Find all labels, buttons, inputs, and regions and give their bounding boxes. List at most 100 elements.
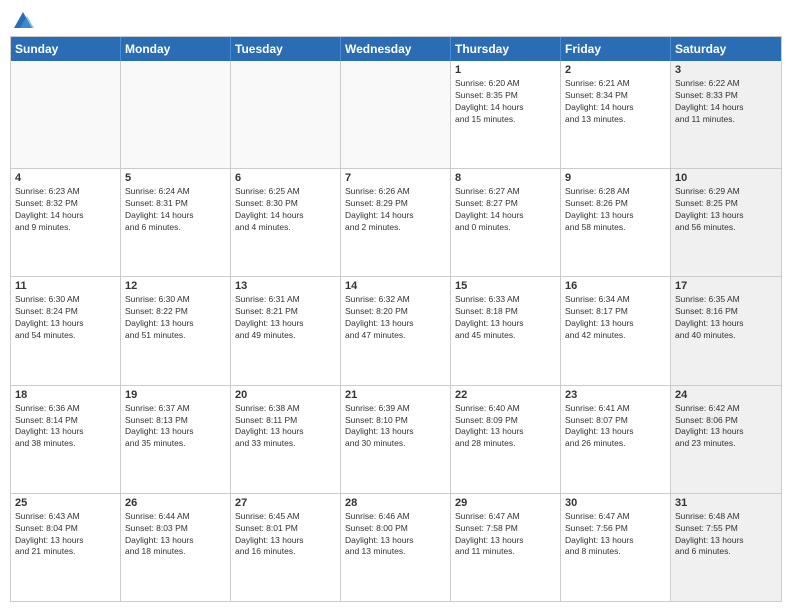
- day-number: 15: [455, 280, 556, 292]
- day-info: Sunrise: 6:24 AM Sunset: 8:31 PM Dayligh…: [125, 186, 226, 234]
- day-number: 30: [565, 497, 666, 509]
- day-number: 6: [235, 172, 336, 184]
- day-info: Sunrise: 6:28 AM Sunset: 8:26 PM Dayligh…: [565, 186, 666, 234]
- day-cell-1: 1 Sunrise: 6:20 AM Sunset: 8:35 PM Daylig…: [451, 61, 561, 168]
- day-cell-31: 31 Sunrise: 6:48 AM Sunset: 7:55 PM Dayli…: [671, 494, 781, 601]
- header-day-monday: Monday: [121, 37, 231, 61]
- empty-cell: [11, 61, 121, 168]
- header-day-tuesday: Tuesday: [231, 37, 341, 61]
- day-cell-6: 6 Sunrise: 6:25 AM Sunset: 8:30 PM Daylig…: [231, 169, 341, 276]
- day-number: 29: [455, 497, 556, 509]
- day-cell-27: 27 Sunrise: 6:45 AM Sunset: 8:01 PM Dayli…: [231, 494, 341, 601]
- day-number: 22: [455, 389, 556, 401]
- day-number: 9: [565, 172, 666, 184]
- day-cell-11: 11 Sunrise: 6:30 AM Sunset: 8:24 PM Dayli…: [11, 277, 121, 384]
- day-cell-21: 21Sunrise: 6:39 AM Sunset: 8:10 PM Dayli…: [341, 386, 451, 493]
- day-number: 20: [235, 389, 336, 401]
- day-cell-2: 2 Sunrise: 6:21 AM Sunset: 8:34 PM Daylig…: [561, 61, 671, 168]
- day-info: Sunrise: 6:27 AM Sunset: 8:27 PM Dayligh…: [455, 186, 556, 234]
- day-number: 16: [565, 280, 666, 292]
- day-info: Sunrise: 6:38 AM Sunset: 8:11 PM Dayligh…: [235, 403, 336, 451]
- day-info: Sunrise: 6:48 AM Sunset: 7:55 PM Dayligh…: [675, 511, 777, 559]
- day-info: Sunrise: 6:23 AM Sunset: 8:32 PM Dayligh…: [15, 186, 116, 234]
- day-number: 27: [235, 497, 336, 509]
- day-info: Sunrise: 6:43 AM Sunset: 8:04 PM Dayligh…: [15, 511, 116, 559]
- logo: [10, 10, 34, 28]
- empty-cell: [231, 61, 341, 168]
- header-day-saturday: Saturday: [671, 37, 781, 61]
- day-number: 24: [675, 389, 777, 401]
- day-info: Sunrise: 6:21 AM Sunset: 8:34 PM Dayligh…: [565, 78, 666, 126]
- day-cell-8: 8 Sunrise: 6:27 AM Sunset: 8:27 PM Daylig…: [451, 169, 561, 276]
- day-cell-20: 20 Sunrise: 6:38 AM Sunset: 8:11 PM Dayli…: [231, 386, 341, 493]
- calendar-header: SundayMondayTuesdayWednesdayThursdayFrid…: [11, 37, 781, 61]
- day-info: Sunrise: 6:32 AM Sunset: 8:20 PM Dayligh…: [345, 294, 446, 342]
- day-info: Sunrise: 6:45 AM Sunset: 8:01 PM Dayligh…: [235, 511, 336, 559]
- day-info: Sunrise: 6:44 AM Sunset: 8:03 PM Dayligh…: [125, 511, 226, 559]
- logo-icon: [12, 10, 34, 32]
- day-cell-5: 5 Sunrise: 6:24 AM Sunset: 8:31 PM Daylig…: [121, 169, 231, 276]
- day-number: 28: [345, 497, 446, 509]
- header: [10, 10, 782, 28]
- day-number: 23: [565, 389, 666, 401]
- day-cell-19: 19 Sunrise: 6:37 AM Sunset: 8:13 PM Dayli…: [121, 386, 231, 493]
- day-number: 8: [455, 172, 556, 184]
- day-info: Sunrise: 6:35 AM Sunset: 8:16 PM Dayligh…: [675, 294, 777, 342]
- day-number: 18: [15, 389, 116, 401]
- day-number: 11: [15, 280, 116, 292]
- calendar-row-0: 1 Sunrise: 6:20 AM Sunset: 8:35 PM Daylig…: [11, 61, 781, 168]
- day-cell-13: 13Sunrise: 6:31 AM Sunset: 8:21 PM Dayli…: [231, 277, 341, 384]
- day-cell-24: 24 Sunrise: 6:42 AM Sunset: 8:06 PM Dayli…: [671, 386, 781, 493]
- day-info: Sunrise: 6:33 AM Sunset: 8:18 PM Dayligh…: [455, 294, 556, 342]
- day-cell-9: 9 Sunrise: 6:28 AM Sunset: 8:26 PM Daylig…: [561, 169, 671, 276]
- day-info: Sunrise: 6:30 AM Sunset: 8:24 PM Dayligh…: [15, 294, 116, 342]
- day-cell-17: 17 Sunrise: 6:35 AM Sunset: 8:16 PM Dayli…: [671, 277, 781, 384]
- day-info: Sunrise: 6:26 AM Sunset: 8:29 PM Dayligh…: [345, 186, 446, 234]
- calendar-row-2: 11 Sunrise: 6:30 AM Sunset: 8:24 PM Dayli…: [11, 276, 781, 384]
- day-number: 4: [15, 172, 116, 184]
- calendar-row-1: 4 Sunrise: 6:23 AM Sunset: 8:32 PM Daylig…: [11, 168, 781, 276]
- page: SundayMondayTuesdayWednesdayThursdayFrid…: [0, 0, 792, 612]
- day-info: Sunrise: 6:22 AM Sunset: 8:33 PM Dayligh…: [675, 78, 777, 126]
- day-cell-28: 28 Sunrise: 6:46 AM Sunset: 8:00 PM Dayli…: [341, 494, 451, 601]
- day-number: 17: [675, 280, 777, 292]
- day-cell-10: 10Sunrise: 6:29 AM Sunset: 8:25 PM Dayli…: [671, 169, 781, 276]
- day-info: Sunrise: 6:47 AM Sunset: 7:58 PM Dayligh…: [455, 511, 556, 559]
- day-cell-29: 29 Sunrise: 6:47 AM Sunset: 7:58 PM Dayli…: [451, 494, 561, 601]
- header-day-sunday: Sunday: [11, 37, 121, 61]
- day-number: 25: [15, 497, 116, 509]
- day-cell-26: 26 Sunrise: 6:44 AM Sunset: 8:03 PM Dayli…: [121, 494, 231, 601]
- day-number: 5: [125, 172, 226, 184]
- header-day-wednesday: Wednesday: [341, 37, 451, 61]
- day-info: Sunrise: 6:34 AM Sunset: 8:17 PM Dayligh…: [565, 294, 666, 342]
- day-number: 14: [345, 280, 446, 292]
- day-cell-14: 14 Sunrise: 6:32 AM Sunset: 8:20 PM Dayli…: [341, 277, 451, 384]
- calendar-body: 1 Sunrise: 6:20 AM Sunset: 8:35 PM Daylig…: [11, 61, 781, 601]
- header-day-friday: Friday: [561, 37, 671, 61]
- day-info: Sunrise: 6:20 AM Sunset: 8:35 PM Dayligh…: [455, 78, 556, 126]
- day-number: 19: [125, 389, 226, 401]
- day-info: Sunrise: 6:46 AM Sunset: 8:00 PM Dayligh…: [345, 511, 446, 559]
- day-info: Sunrise: 6:25 AM Sunset: 8:30 PM Dayligh…: [235, 186, 336, 234]
- day-number: 2: [565, 64, 666, 76]
- calendar: SundayMondayTuesdayWednesdayThursdayFrid…: [10, 36, 782, 602]
- header-day-thursday: Thursday: [451, 37, 561, 61]
- day-info: Sunrise: 6:47 AM Sunset: 7:56 PM Dayligh…: [565, 511, 666, 559]
- day-cell-7: 7 Sunrise: 6:26 AM Sunset: 8:29 PM Daylig…: [341, 169, 451, 276]
- calendar-row-4: 25 Sunrise: 6:43 AM Sunset: 8:04 PM Dayli…: [11, 493, 781, 601]
- day-cell-22: 22Sunrise: 6:40 AM Sunset: 8:09 PM Dayli…: [451, 386, 561, 493]
- day-info: Sunrise: 6:37 AM Sunset: 8:13 PM Dayligh…: [125, 403, 226, 451]
- day-info: Sunrise: 6:42 AM Sunset: 8:06 PM Dayligh…: [675, 403, 777, 451]
- day-cell-15: 15 Sunrise: 6:33 AM Sunset: 8:18 PM Dayli…: [451, 277, 561, 384]
- day-info: Sunrise: 6:41 AM Sunset: 8:07 PM Dayligh…: [565, 403, 666, 451]
- day-number: 12: [125, 280, 226, 292]
- empty-cell: [341, 61, 451, 168]
- day-cell-16: 16 Sunrise: 6:34 AM Sunset: 8:17 PM Dayli…: [561, 277, 671, 384]
- day-number: 31: [675, 497, 777, 509]
- day-cell-25: 25 Sunrise: 6:43 AM Sunset: 8:04 PM Dayli…: [11, 494, 121, 601]
- day-number: 1: [455, 64, 556, 76]
- empty-cell: [121, 61, 231, 168]
- day-number: 26: [125, 497, 226, 509]
- day-cell-23: 23 Sunrise: 6:41 AM Sunset: 8:07 PM Dayli…: [561, 386, 671, 493]
- day-number: 7: [345, 172, 446, 184]
